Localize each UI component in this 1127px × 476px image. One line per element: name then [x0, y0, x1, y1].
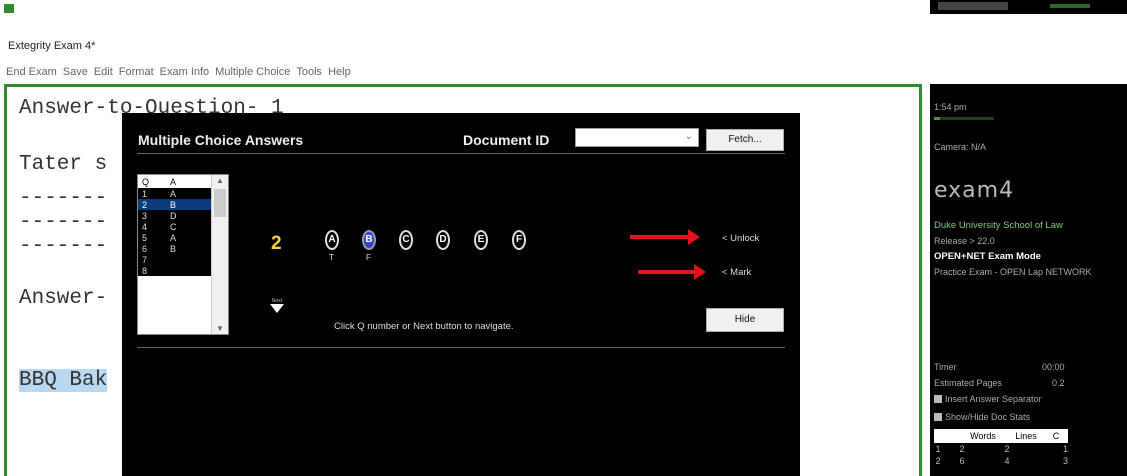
false-label: F [366, 253, 371, 262]
divider [137, 153, 785, 154]
row-q: 5 [142, 232, 148, 243]
editor-line-wrap: BBQ Bak [19, 369, 108, 392]
window-title: Extegrity Exam 4* [8, 40, 96, 52]
q-column-header: Q [142, 176, 150, 187]
chevron-up-icon[interactable]: ▲ [216, 176, 224, 185]
editor-line: Answer- [19, 287, 108, 310]
timer-label: Timer [934, 362, 957, 372]
dialog-title: Multiple Choice Answers [138, 132, 304, 148]
option-b-button[interactable]: B [362, 230, 376, 250]
stats-cell: 2 [959, 444, 965, 454]
app-icon [4, 4, 14, 13]
checkbox-icon [934, 395, 942, 403]
current-question-number: 2 [271, 233, 282, 254]
stats-header-row: Words Lines C [934, 429, 1068, 443]
exam4-logo: exam4 [934, 178, 1015, 203]
menu-bar: End Exam Save Edit Format Exam Info Mult… [6, 66, 351, 78]
row-q: 3 [142, 210, 148, 221]
row-q: 1 [142, 188, 148, 199]
row-q: 7 [142, 254, 148, 265]
menu-save[interactable]: Save [63, 66, 88, 78]
divider [137, 347, 785, 348]
pages-label: Estimated Pages [934, 378, 1003, 388]
navigation-hint: Click Q number or Next button to navigat… [334, 321, 514, 332]
row-a: B [170, 199, 177, 210]
chevron-down-icon[interactable]: ▼ [216, 324, 224, 333]
stats-cell: 1 [935, 444, 941, 454]
show-stats-label: Show/Hide Doc Stats [945, 412, 1031, 422]
document-id-label: Document ID [463, 132, 550, 148]
menu-exam-info[interactable]: Exam Info [160, 66, 210, 78]
school-name: Duke University School of Law [934, 220, 1063, 231]
mark-label[interactable]: < Mark [722, 267, 751, 278]
next-arrow-icon [270, 304, 284, 313]
stats-cell: 1 [1062, 444, 1068, 454]
red-arrow-icon [638, 264, 706, 280]
insert-separator-label: Insert Answer Separator [945, 394, 1042, 404]
row-q: 4 [142, 221, 148, 232]
option-c-button[interactable]: C [399, 230, 413, 250]
question-answer-list[interactable]: Q A 1 A 2 B 3 D 4 C 5 A 6 B 7 8 ▲ ▼ [137, 174, 229, 335]
option-f-button[interactable]: F [512, 230, 526, 250]
doc-stats-table: Words Lines C 1 2 2 1 2 6 4 3 [934, 429, 1068, 476]
hide-button[interactable]: Hide [706, 308, 784, 332]
editor-line: ------- [19, 211, 108, 234]
stats-cell: 4 [1004, 456, 1010, 466]
stats-header: Words [970, 431, 996, 441]
pages-value: 0.2 [1052, 378, 1065, 388]
show-stats-checkbox[interactable]: Show/Hide Doc Stats [934, 412, 1030, 422]
option-e-button[interactable]: E [474, 230, 488, 250]
option-a-button[interactable]: A [325, 230, 339, 250]
editor-line: ------- [19, 187, 108, 210]
multiple-choice-dialog: Multiple Choice Answers Document ID ⌄ Fe… [122, 113, 800, 476]
red-arrow-icon [630, 229, 700, 245]
stats-cell: 2 [935, 456, 941, 466]
selected-text: BBQ Bak [19, 369, 108, 392]
row-a: B [170, 243, 177, 254]
stats-cell: 6 [959, 456, 965, 466]
row-q: 2 [142, 199, 148, 210]
fetch-button[interactable]: Fetch... [706, 129, 784, 151]
exam-mode: OPEN+NET Exam Mode [934, 251, 1041, 262]
scrollbar-thumb[interactable] [214, 189, 226, 217]
a-column-header: A [170, 176, 177, 187]
document-id-select[interactable]: ⌄ [575, 128, 699, 147]
option-d-button[interactable]: D [436, 230, 450, 250]
checkbox-icon [934, 413, 942, 421]
next-button[interactable]: Next [267, 298, 287, 313]
stats-row: 1 2 2 1 [934, 443, 1068, 455]
row-a: C [170, 221, 177, 232]
top-status-strip [930, 0, 1127, 14]
stats-header: Lines [1015, 431, 1037, 441]
editor-line: Tater s [19, 153, 108, 176]
insert-separator-checkbox[interactable]: Insert Answer Separator [934, 394, 1042, 404]
true-label: T [329, 253, 334, 262]
timer-value: 00:00 [1042, 362, 1065, 372]
stats-header: C [1052, 431, 1060, 441]
list-scrollbar[interactable]: ▲ ▼ [211, 175, 228, 334]
release-version: Release > 22.0 [934, 236, 995, 246]
exam-name: Practice Exam - OPEN Lap NETWORK [934, 267, 1092, 277]
camera-status: Camera: N/A [934, 142, 987, 152]
clock-time: 1:54 pm [934, 102, 967, 112]
unlock-label[interactable]: < Unlock [722, 233, 759, 244]
stats-cell: 2 [1004, 444, 1010, 454]
level-meter [934, 117, 994, 120]
menu-end-exam[interactable]: End Exam [6, 66, 57, 78]
row-a: A [170, 188, 177, 199]
row-a: D [170, 210, 177, 221]
menu-help[interactable]: Help [328, 66, 351, 78]
menu-tools[interactable]: Tools [296, 66, 322, 78]
chevron-down-icon: ⌄ [684, 131, 693, 142]
row-q: 8 [142, 265, 148, 276]
exam-sidebar: 1:54 pm Camera: N/A exam4 Duke Universit… [930, 84, 1127, 476]
menu-format[interactable]: Format [119, 66, 154, 78]
editor-line: ------- [19, 235, 108, 258]
row-q: 6 [142, 243, 148, 254]
stats-cell: 3 [1062, 456, 1068, 466]
stats-row: 2 6 4 3 [934, 455, 1068, 467]
menu-edit[interactable]: Edit [94, 66, 113, 78]
menu-multiple-choice[interactable]: Multiple Choice [215, 66, 290, 78]
row-a: A [170, 232, 177, 243]
